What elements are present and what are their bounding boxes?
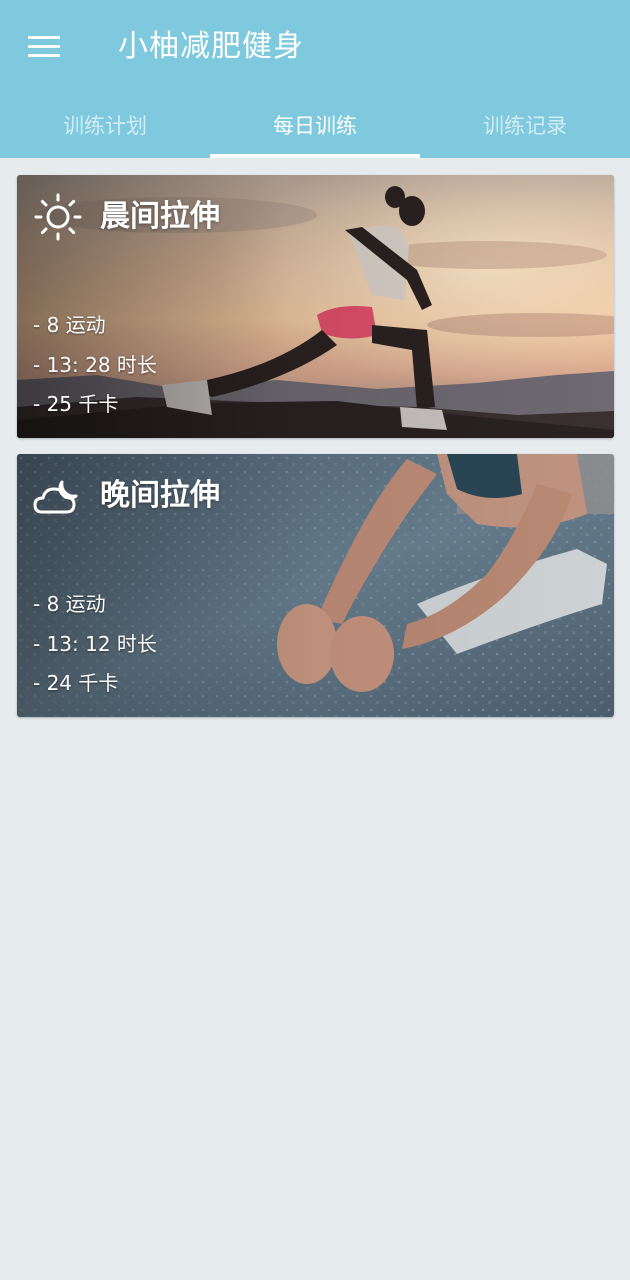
duration: - 13: 28 时长 — [33, 352, 157, 377]
tab-training-records[interactable]: 训练记录 — [420, 100, 630, 158]
workout-stats: - 8 运动 - 13: 28 时长 - 25 千卡 — [33, 306, 157, 425]
workout-title: 晚间拉伸 — [100, 478, 220, 513]
tab-bar: 训练计划 每日训练 训练记录 — [0, 100, 630, 158]
cloud-moon-icon — [33, 480, 78, 514]
calories: - 25 千卡 — [33, 392, 119, 416]
app-bar: 小柚减肥健身 训练计划 每日训练 训练记录 — [0, 0, 630, 158]
workout-stats: - 8 运动 - 13: 12 时长 - 24 千卡 — [33, 585, 157, 704]
exercise-count: - 8 运动 — [33, 592, 106, 616]
tab-training-plan[interactable]: 训练计划 — [0, 100, 210, 158]
workout-card-evening[interactable]: 晚间拉伸 - 8 运动 - 13: 12 时长 - 24 千卡 — [17, 454, 614, 717]
calories: - 24 千卡 — [33, 671, 119, 695]
app-title: 小柚减肥健身 — [118, 29, 304, 64]
workout-card-morning[interactable]: 晨间拉伸 - 8 运动 - 13: 28 时长 - 25 千卡 — [17, 175, 614, 438]
active-tab-indicator — [210, 154, 420, 158]
workout-title: 晨间拉伸 — [100, 199, 220, 234]
menu-icon[interactable] — [28, 30, 64, 62]
duration: - 13: 12 时长 — [33, 631, 157, 656]
tab-daily-training[interactable]: 每日训练 — [210, 100, 420, 158]
exercise-count: - 8 运动 — [33, 313, 106, 337]
sun-icon — [34, 193, 82, 241]
